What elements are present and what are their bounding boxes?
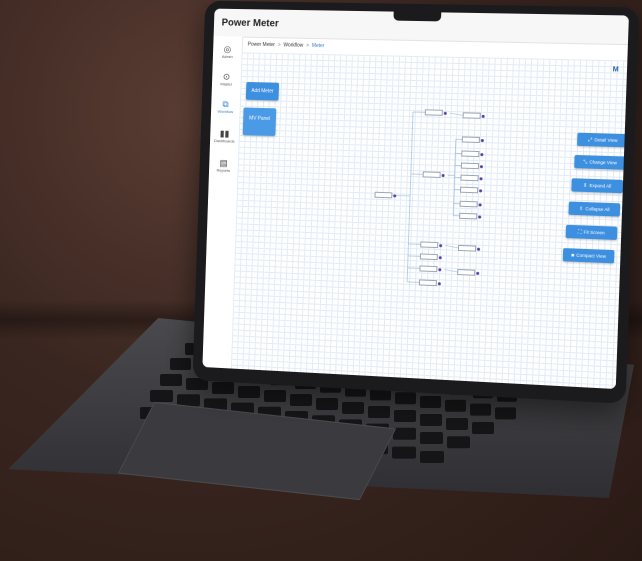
breadcrumb-separator: > xyxy=(277,42,281,49)
node-status-icon xyxy=(476,271,480,275)
app-title: Power Meter xyxy=(221,17,279,29)
node-status-icon xyxy=(479,176,483,180)
workflow-connectors xyxy=(393,111,568,283)
button-label: Expand All xyxy=(589,182,612,189)
node-status-icon xyxy=(478,202,482,207)
workflow-node[interactable] xyxy=(419,265,438,273)
avatar[interactable]: M xyxy=(613,66,619,73)
node-status-icon xyxy=(439,243,443,247)
node-status-icon xyxy=(480,138,484,142)
sidebar-item-label: Admin xyxy=(221,53,233,60)
sidebar-item-label: Workflow xyxy=(217,108,234,115)
detail-view-icon: ⤢ xyxy=(588,136,593,143)
node-status-icon xyxy=(443,111,447,115)
node-status-icon xyxy=(479,188,483,192)
camera-notch xyxy=(393,11,442,22)
node-status-icon xyxy=(393,193,397,197)
sidebar-item-reports[interactable]: ▤ Reports xyxy=(209,158,238,174)
compact-view-icon: ■ xyxy=(571,251,575,259)
detail-view-button[interactable]: ⤢ Detail View xyxy=(577,132,629,148)
sidebar-item-workflow[interactable]: ⧉ Workflow xyxy=(211,99,240,114)
workflow-node[interactable] xyxy=(460,162,480,170)
workflow-node[interactable] xyxy=(419,253,438,261)
admin-icon: ◎ xyxy=(223,44,232,55)
expand-icon: ⇕ xyxy=(582,182,588,189)
node-status-icon xyxy=(437,281,441,285)
breadcrumb-item-meter: Meter xyxy=(311,42,325,50)
workflow-node[interactable] xyxy=(459,186,479,194)
sidebar-item-label: Dashboards xyxy=(213,138,235,144)
workflow-node[interactable] xyxy=(457,268,476,276)
node-status-icon xyxy=(480,152,484,156)
collapse-icon: ⇳ xyxy=(578,205,584,212)
breadcrumb-item-power-meter[interactable]: Power Meter xyxy=(248,42,275,48)
workflow-canvas[interactable]: Add Meter MV Panel M ⤢ Detail View ⤡ Chang… xyxy=(230,52,629,390)
button-label: Change View xyxy=(589,159,617,166)
workflow-node[interactable] xyxy=(420,241,439,249)
workflow-node[interactable] xyxy=(418,279,437,287)
workflow-node[interactable] xyxy=(457,244,477,252)
node-status-icon xyxy=(477,247,481,251)
sidebar-item-admin[interactable]: ◎ Admin xyxy=(213,44,242,59)
button-label: Detail View xyxy=(594,137,618,143)
sidebar-item-master[interactable]: ⊙ Master xyxy=(212,71,241,87)
sidebar-item-dashboards[interactable]: ▮▮ Dashboards xyxy=(210,128,239,144)
workflow-node[interactable] xyxy=(461,150,480,158)
expand-all-button[interactable]: ⇕ Expand All xyxy=(571,178,624,194)
node-status-icon xyxy=(438,267,442,271)
workflow-node[interactable] xyxy=(462,112,481,119)
breadcrumb-item-workflow[interactable]: Workflow xyxy=(283,42,303,48)
workflow-node[interactable] xyxy=(422,171,441,178)
node-status-icon xyxy=(478,214,482,219)
fit-screen-icon: ⛶ xyxy=(577,228,582,236)
workflow-node[interactable] xyxy=(459,212,478,220)
laptop-lid: Power Meter ◎ Admin ⊙ Master ⧉ Workflow … xyxy=(192,0,640,404)
screen: Power Meter ◎ Admin ⊙ Master ⧉ Workflow … xyxy=(202,8,629,390)
workflow-node[interactable] xyxy=(374,191,393,199)
button-label: Compact View xyxy=(576,252,607,259)
workflow-node[interactable] xyxy=(460,174,479,182)
node-status-icon xyxy=(441,173,445,177)
photo-scene: Power Meter ◎ Admin ⊙ Master ⧉ Workflow … xyxy=(0,0,642,561)
change-view-icon: ⤡ xyxy=(583,158,588,166)
collapse-all-button[interactable]: ⇳ Collapse All xyxy=(568,201,621,217)
workflow-node[interactable] xyxy=(459,200,478,208)
node-status-icon xyxy=(438,255,442,259)
fit-screen-button[interactable]: ⛶ Fit Screen xyxy=(565,224,618,240)
button-label: Collapse All xyxy=(585,206,610,213)
breadcrumb-separator: > xyxy=(306,42,310,49)
change-view-button[interactable]: ⤡ Change View xyxy=(574,154,627,170)
workflow-node[interactable] xyxy=(461,136,480,143)
node-status-icon xyxy=(481,114,485,118)
sidebar-item-label: Master xyxy=(220,81,233,87)
compact-view-button[interactable]: ■ Compact View xyxy=(562,248,615,264)
sidebar-item-label: Reports xyxy=(216,167,231,173)
node-status-icon xyxy=(479,164,484,168)
workflow-node[interactable] xyxy=(424,109,443,116)
button-label: Fit Screen xyxy=(583,229,605,236)
